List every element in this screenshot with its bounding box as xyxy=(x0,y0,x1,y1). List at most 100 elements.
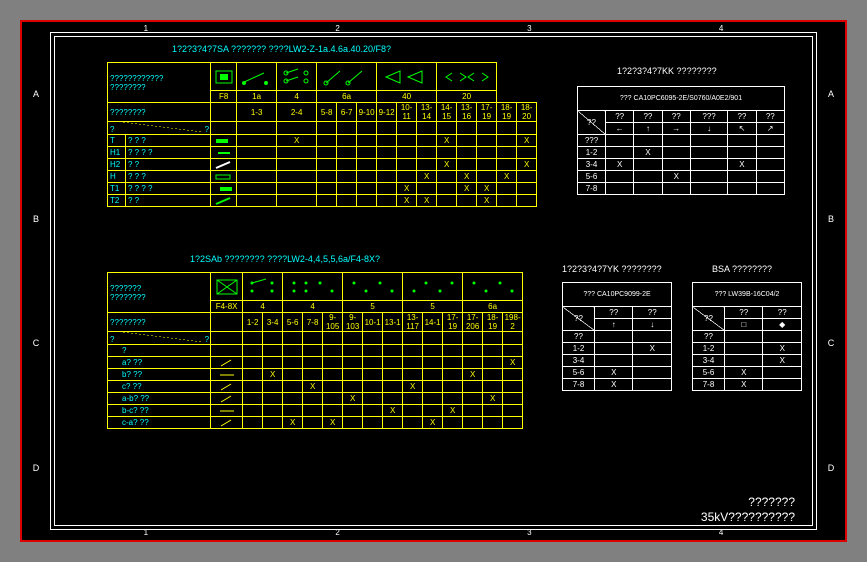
table-row: H2? ?XX xyxy=(108,159,537,171)
sub: 14-15 xyxy=(437,103,457,122)
sub: 10-1 xyxy=(363,313,383,332)
title-2sab: 1?2SAb ???????? ????LW2-4,4,5,5,6a/F4-8X… xyxy=(190,254,380,264)
dots-icon xyxy=(408,277,458,297)
table-row: a-b? ??XX xyxy=(108,393,523,405)
arrow-left-icon: ← xyxy=(606,123,634,135)
col: ?? xyxy=(725,307,763,319)
hdr: ??? CA10PC9099-2E xyxy=(563,283,672,307)
sub: 198-2 xyxy=(503,313,523,332)
table-row: 5-6X xyxy=(693,367,802,379)
col-F8: F8 xyxy=(211,91,237,103)
sub: 9-105 xyxy=(323,313,343,332)
table-row: b-c? ??XX xyxy=(108,405,523,417)
sub: 14-1 xyxy=(423,313,443,332)
hdr: ??? CA10PC6095-2E/S0760/A0E2/901 xyxy=(578,87,785,111)
sub: 2-4 xyxy=(277,103,317,122)
col: ??? xyxy=(690,111,727,123)
col: 4 xyxy=(283,301,343,313)
table-row: 5-6X xyxy=(578,171,785,183)
diamond-icon: ◆ xyxy=(763,319,802,331)
table-row: 1-2X xyxy=(578,147,785,159)
sub: 1-3 xyxy=(237,103,277,122)
table-row: 7-8 xyxy=(578,183,785,195)
table-row: 3-4 xyxy=(563,355,672,367)
switch-set-icon xyxy=(280,67,314,87)
table-row: a? ??X xyxy=(108,357,523,369)
col-40: 40 xyxy=(377,91,437,103)
dots-icon xyxy=(246,277,280,297)
plug-icon xyxy=(213,67,235,87)
table-row: 1-2X xyxy=(563,343,672,355)
drawing-frame: 1234 1234 ABCD ABCD 1?2?3?4?7SA ??????? … xyxy=(20,20,847,542)
ruler-right: ABCD xyxy=(817,32,845,530)
sub: 17-206 xyxy=(463,313,483,332)
table-row: 1-2X xyxy=(693,343,802,355)
table-row: 7-8X xyxy=(693,379,802,391)
table-row: T? ? ?XXX xyxy=(108,135,537,147)
col: ?? xyxy=(595,307,633,319)
hdr-label: ???????? xyxy=(108,103,211,122)
col: 4 xyxy=(243,301,283,313)
sub: 5-8 xyxy=(317,103,337,122)
arrow-right-icon: → xyxy=(662,123,690,135)
col-4: 4 xyxy=(277,91,317,103)
table-row: ? xyxy=(108,345,523,357)
table-row: ?? xyxy=(563,331,672,343)
col: ?? xyxy=(634,111,662,123)
arrow-down-icon: ↓ xyxy=(633,319,672,331)
sub: 5-6 xyxy=(283,313,303,332)
title-7yk: 1?2?3?4?7YK ???????? xyxy=(562,264,662,274)
square-icon: □ xyxy=(725,319,763,331)
col-6a: 6a xyxy=(317,91,377,103)
col-1a: 1a xyxy=(237,91,277,103)
sub: 18-19 xyxy=(497,103,517,122)
col: 5 xyxy=(403,301,463,313)
dots-icon xyxy=(288,277,338,297)
col: ?? xyxy=(606,111,634,123)
table-7sa: ???????????? ???????? F8 xyxy=(107,62,537,207)
dots-icon xyxy=(468,277,518,297)
col: ?? xyxy=(763,307,802,319)
table-7yk: ??? CA10PC9099-2E ?? ?? ?? ↑ ↓ ??1-2X3-4… xyxy=(562,282,672,391)
sub: 13-117 xyxy=(403,313,423,332)
col-20: 20 xyxy=(437,91,497,103)
table-row: ??? xyxy=(578,135,785,147)
col: 6a xyxy=(463,301,523,313)
hdr-label: ???????? xyxy=(108,313,211,332)
dots-icon xyxy=(348,277,398,297)
title-bsa: BSA ???????? xyxy=(712,264,772,274)
arrow-up-icon: ↑ xyxy=(595,319,633,331)
sheet-title-line1: ??????? xyxy=(701,495,795,509)
corner: ?? xyxy=(587,118,596,127)
sheet-title: ??????? 35kV?????????? xyxy=(701,495,795,524)
sub: 9-12 xyxy=(377,103,397,122)
hdr-text: ??????? xyxy=(110,284,141,293)
hdr-text2: ???????? xyxy=(110,293,146,302)
col: 5 xyxy=(343,301,403,313)
table-bsa: ??? LW39B-16C04/2 ?? ?? ?? □ ◆ ??1-2X3-4… xyxy=(692,282,802,391)
title-7kk: 1?2?3?4?7KK ???????? xyxy=(617,66,717,76)
col: ?? xyxy=(662,111,690,123)
hdr: ??? LW39B-16C04/2 xyxy=(693,283,802,307)
sub: 9-103 xyxy=(343,313,363,332)
box-icon xyxy=(214,277,240,297)
table-row: 5-6X xyxy=(563,367,672,379)
table-row: 3-4X xyxy=(693,355,802,367)
relay-icon xyxy=(382,67,432,87)
col: ?? xyxy=(756,111,784,123)
col: ?? xyxy=(633,307,672,319)
ruler-left: ABCD xyxy=(22,32,50,530)
col: F4-8X xyxy=(211,301,243,313)
sub: 7-8 xyxy=(303,313,323,332)
table-row: 7-8X xyxy=(563,379,672,391)
table-row: 3-4XX xyxy=(578,159,785,171)
table-2sab: ??????? ???????? F4-8X 4 4 5 5 6a ??????… xyxy=(107,272,523,429)
sub: 17-19 xyxy=(443,313,463,332)
sub: 9-10 xyxy=(357,103,377,122)
sub: 10-11 xyxy=(397,103,417,122)
arrow-ne-icon: ↗ xyxy=(756,123,784,135)
switch-icon xyxy=(240,67,274,87)
sheet-title-line2: 35kV?????????? xyxy=(701,510,795,524)
table-row: c-a? ??XXX xyxy=(108,417,523,429)
arrow-up-icon: ↑ xyxy=(634,123,662,135)
